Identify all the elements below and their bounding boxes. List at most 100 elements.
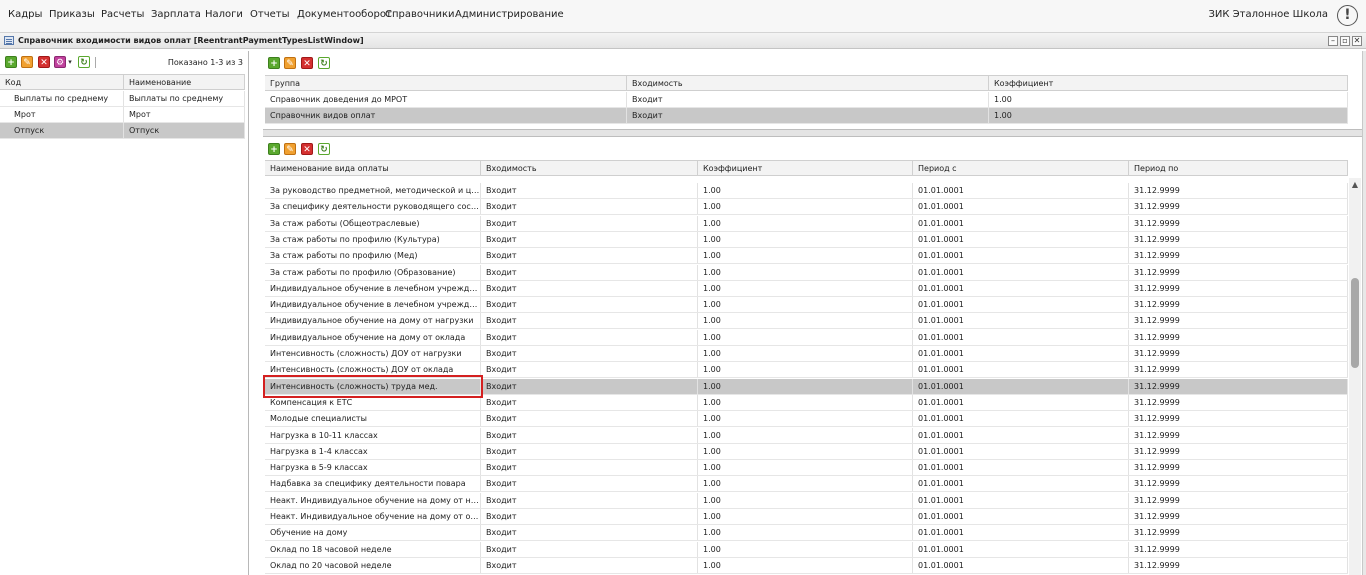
column-header-entry[interactable]: Входимость (481, 161, 698, 176)
payments-row[interactable]: Оклад по 18 часовой неделе Входит 1.00 01.0… (265, 541, 1348, 558)
period-to-cell: 31.12.9999 (1129, 248, 1348, 264)
group-cell: Справочник видов оплат (265, 108, 627, 123)
refresh-icon[interactable]: ↻ (318, 57, 330, 69)
codes-row-selected[interactable]: Отпуск Отпуск (0, 123, 245, 139)
coefficient-cell: 1.00 (698, 199, 913, 215)
period-to-cell: 31.12.9999 (1129, 541, 1348, 557)
chevron-down-icon[interactable]: ▾ (67, 56, 73, 68)
payments-row[interactable]: Компенсация к ЕТС Входит 1.00 01.01.0001 31.… (265, 394, 1348, 411)
panel-splitter[interactable] (263, 129, 1366, 137)
alert-icon[interactable]: ! (1337, 5, 1358, 26)
payment-name-cell: Неакт. Индивидуальное обучение на дому о… (265, 509, 481, 524)
payments-row-selected[interactable]: Интенсивность (сложность) труда мед. Вход… (265, 378, 1348, 395)
menu-item-raschety[interactable]: Расчеты (101, 9, 144, 20)
vertical-scrollbar[interactable]: ▲ (1349, 178, 1361, 575)
payments-row[interactable]: За стаж работы по профилю (Образование) В… (265, 264, 1348, 281)
menu-item-prikazy[interactable]: Приказы (49, 9, 95, 20)
codes-row[interactable]: Выплаты по среднему Выплаты по среднему (0, 91, 245, 107)
payments-row[interactable]: За руководство предметной, методической … (265, 183, 1348, 199)
period-to-cell: 31.12.9999 (1129, 264, 1348, 280)
period-from-cell: 01.01.0001 (913, 411, 1129, 427)
column-header-payment-name[interactable]: Наименование вида оплаты (265, 161, 481, 176)
payments-toolbar: + ✎ ✕ ↻ (263, 140, 1362, 160)
column-header-coefficient[interactable]: Коэффициент (989, 76, 1348, 91)
entry-cell: Входит (481, 280, 698, 296)
edit-icon[interactable]: ✎ (284, 143, 296, 155)
entry-cell: Входит (481, 541, 698, 557)
payment-name-cell: Интенсивность (сложность) труда мед. (265, 378, 481, 394)
payments-row[interactable]: Нагрузка в 5-9 классах Входит 1.00 01.01.00… (265, 460, 1348, 477)
menu-item-kadry[interactable]: Кадры (8, 9, 42, 20)
payments-row[interactable]: Интенсивность (сложность) ДОУ от нагрузк… (265, 346, 1348, 362)
column-header-name[interactable]: Наименование (124, 75, 245, 90)
scroll-thumb[interactable] (1351, 278, 1359, 368)
payments-row[interactable]: За специфику деятельности руководящего с… (265, 199, 1348, 216)
settings-icon[interactable]: ⚙ (54, 56, 66, 68)
group-cell: Справочник доведения до МРОТ (265, 92, 627, 107)
add-icon[interactable]: + (268, 143, 280, 155)
payments-row[interactable]: Оклад по 20 часовой неделе Входит 1.00 01.0… (265, 557, 1348, 574)
menu-item-dokumentooborot[interactable]: Документооборот (297, 9, 392, 20)
payment-name-cell: Обучение на дому (265, 525, 481, 541)
payments-row[interactable]: За стаж работы (Общеотраслевые) Входит 1.0… (265, 215, 1348, 232)
column-header-period-to[interactable]: Период по (1129, 161, 1348, 176)
column-header-coefficient[interactable]: Коэффициент (698, 161, 913, 176)
coefficient-cell: 1.00 (698, 460, 913, 476)
payments-row[interactable]: Индивидуальное обучение на дому от нагру… (265, 313, 1348, 330)
edit-icon[interactable]: ✎ (21, 56, 33, 68)
period-from-cell: 01.01.0001 (913, 313, 1129, 329)
period-to-cell: 31.12.9999 (1129, 362, 1348, 378)
entry-cell: Входит (481, 509, 698, 524)
payments-row[interactable]: За стаж работы по профилю (Культура) Вход… (265, 231, 1348, 248)
payments-row[interactable]: Обучение на дому Входит 1.00 01.01.0001 31.1… (265, 525, 1348, 542)
edit-icon[interactable]: ✎ (284, 57, 296, 69)
delete-icon[interactable]: ✕ (38, 56, 50, 68)
payments-row[interactable]: За стаж работы по профилю (Мед) Входит 1.0… (265, 248, 1348, 265)
payments-row[interactable]: Неакт. Индивидуальное обучение на дому о… (265, 492, 1348, 509)
column-header-group[interactable]: Группа (265, 76, 627, 91)
menu-item-nalogi[interactable]: Налоги (205, 9, 243, 20)
menu-item-administrirovanie[interactable]: Администрирование (455, 9, 564, 20)
codes-row[interactable]: Мрот Мрот (0, 107, 245, 123)
refresh-icon[interactable]: ↻ (78, 56, 90, 68)
payments-row[interactable]: Индивидуальное обучение на дому от оклад… (265, 329, 1348, 346)
payment-name-cell: За стаж работы (Общеотраслевые) (265, 215, 481, 231)
payments-row[interactable]: Неакт. Индивидуальное обучение на дому о… (265, 509, 1348, 525)
payment-name-cell: За специфику деятельности руководящего с… (265, 199, 481, 215)
column-header-code[interactable]: Код (0, 75, 124, 90)
payments-row[interactable]: Интенсивность (сложность) ДОУ от оклада В… (265, 362, 1348, 379)
restore-button[interactable]: ▫ (1340, 36, 1350, 46)
delete-icon[interactable]: ✕ (301, 57, 313, 69)
close-button[interactable]: ✕ (1352, 36, 1362, 46)
coefficient-cell: 1.00 (698, 509, 913, 524)
menu-item-otchety[interactable]: Отчеты (250, 9, 289, 20)
scroll-up-icon[interactable]: ▲ (1349, 180, 1361, 190)
period-from-cell: 01.01.0001 (913, 460, 1129, 476)
name-cell: Мрот (124, 107, 245, 122)
period-from-cell: 01.01.0001 (913, 394, 1129, 410)
menu-item-zarplata[interactable]: Зарплата (151, 9, 201, 20)
refresh-icon[interactable]: ↻ (318, 143, 330, 155)
entry-cell: Входит (627, 108, 989, 123)
organization-name[interactable]: ЗИК Эталонное Школа (1208, 9, 1328, 20)
payments-row[interactable]: Молодые специалисты Входит 1.00 01.01.0001 3… (265, 411, 1348, 428)
period-to-cell: 31.12.9999 (1129, 329, 1348, 345)
payments-row[interactable]: Нагрузка в 1-4 классах Входит 1.00 01.01.00… (265, 443, 1348, 460)
payments-row[interactable]: Нагрузка в 10-11 классах Входит 1.00 01.01.… (265, 427, 1348, 444)
payments-row[interactable]: Надбавка за специфику деятельности повар… (265, 476, 1348, 493)
groups-row[interactable]: Справочник доведения до МРОТ Входит 1.00 (265, 92, 1348, 108)
coefficient-cell: 1.00 (698, 215, 913, 231)
add-icon[interactable]: + (268, 57, 280, 69)
menu-item-spravochniki[interactable]: Справочники (385, 9, 455, 20)
groups-row-selected[interactable]: Справочник видов оплат Входит 1.00 (265, 108, 1348, 124)
delete-icon[interactable]: ✕ (301, 143, 313, 155)
column-header-entry[interactable]: Входимость (627, 76, 989, 91)
payments-row[interactable]: Индивидуальное обучение в лечебном учреж… (265, 280, 1348, 297)
payments-row[interactable]: Индивидуальное обучение в лечебном учреж… (265, 297, 1348, 314)
minimize-button[interactable]: – (1328, 36, 1338, 46)
add-icon[interactable]: + (5, 56, 17, 68)
period-to-cell: 31.12.9999 (1129, 443, 1348, 459)
column-header-period-from[interactable]: Период с (913, 161, 1129, 176)
coefficient-cell: 1.00 (698, 476, 913, 492)
period-from-cell: 01.01.0001 (913, 557, 1129, 573)
